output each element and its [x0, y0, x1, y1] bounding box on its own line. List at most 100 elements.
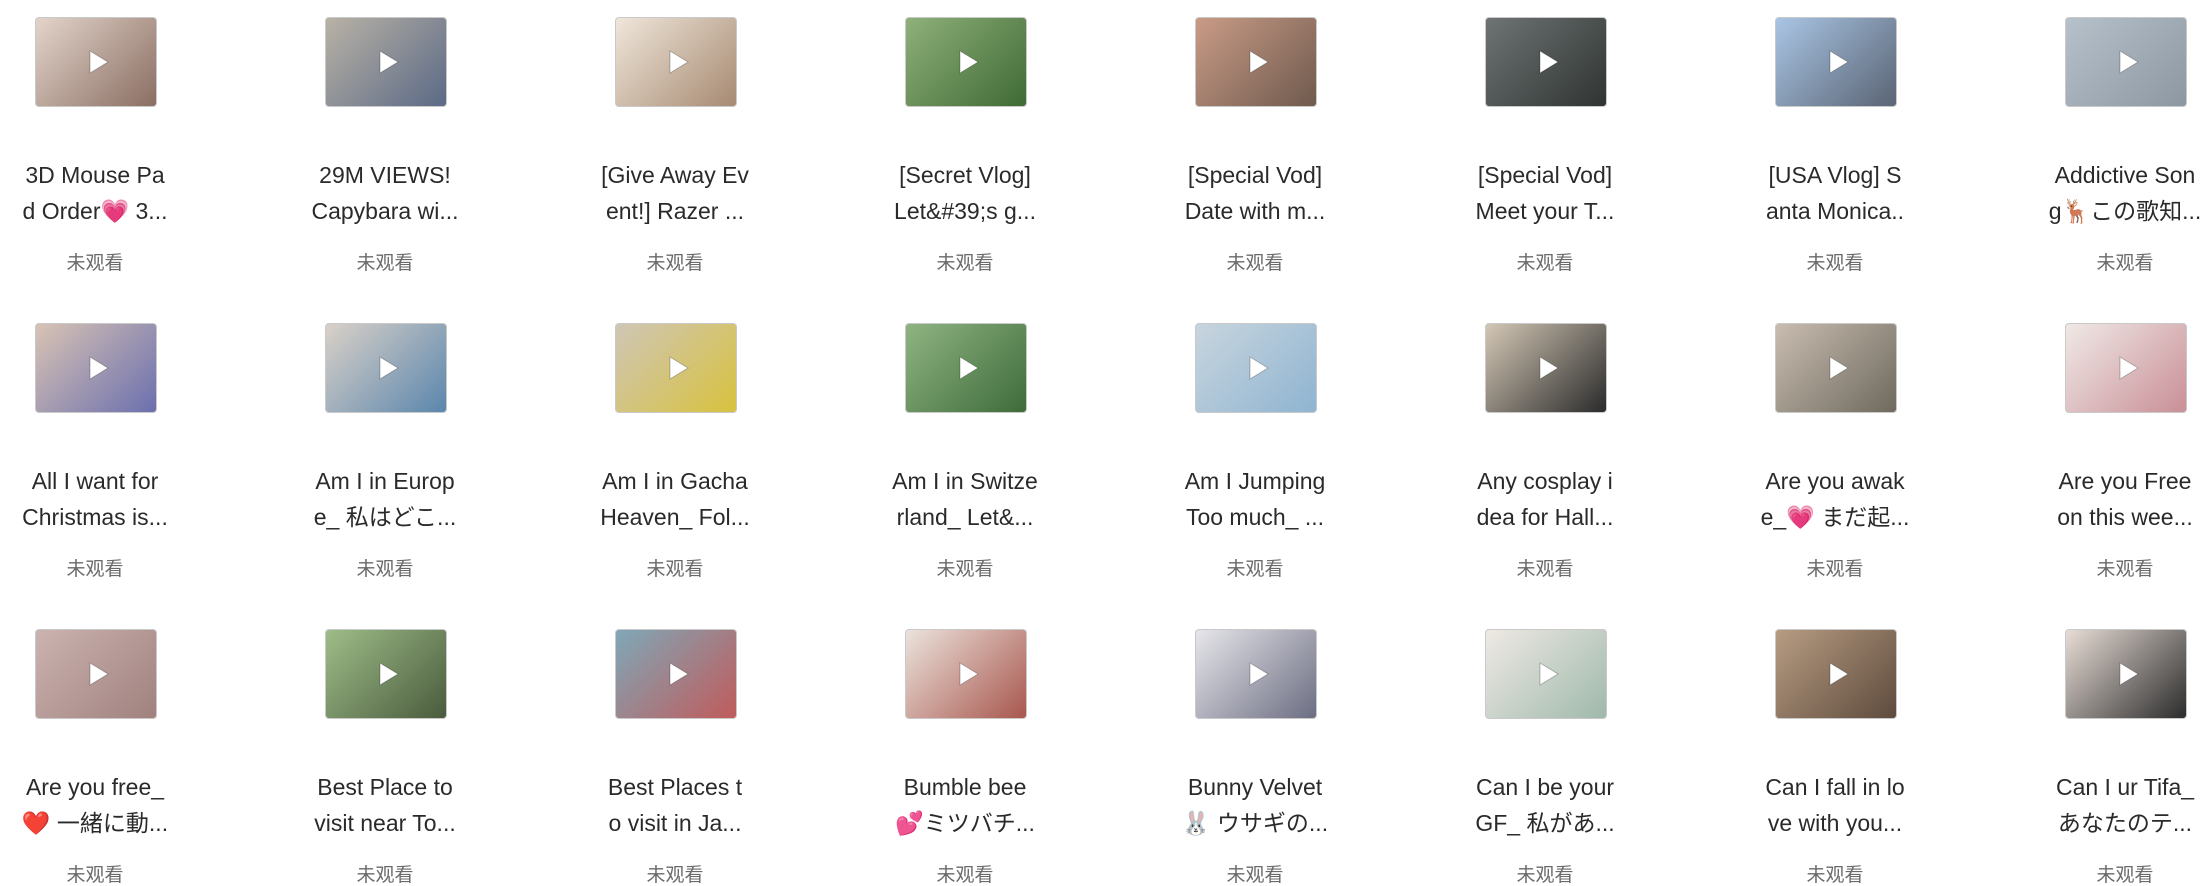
video-title[interactable]: Best Places t o visit in Ja... — [580, 769, 770, 841]
video-thumbnail[interactable] — [615, 323, 737, 413]
video-title-line-1: Can I ur Tifa_ — [2055, 774, 2195, 800]
video-thumbnail[interactable] — [2065, 629, 2187, 719]
play-icon[interactable] — [2114, 354, 2142, 382]
play-icon[interactable] — [84, 660, 112, 688]
video-thumbnail[interactable] — [905, 629, 1027, 719]
play-icon[interactable] — [954, 660, 982, 688]
video-title[interactable]: Am I in Switze rland_ Let&... — [870, 463, 1060, 535]
video-title-line-2: Heaven_ Fol... — [600, 504, 750, 530]
video-title-line-2: 💕ミツバチ... — [895, 810, 1035, 836]
video-title[interactable]: [Give Away Ev ent!] Razer ... — [580, 157, 770, 229]
play-icon[interactable] — [1824, 48, 1852, 76]
video-title[interactable]: Can I be your GF_ 私があ... — [1450, 769, 1640, 841]
video-title[interactable]: 29M VIEWS! Capybara wi... — [290, 157, 480, 229]
play-icon[interactable] — [1824, 354, 1852, 382]
video-thumbnail[interactable] — [35, 629, 157, 719]
video-title-line-1: Bumble bee — [903, 774, 1027, 800]
watch-status-label: 未观看 — [66, 865, 124, 886]
play-icon[interactable] — [664, 354, 692, 382]
play-icon[interactable] — [1244, 48, 1272, 76]
video-title[interactable]: Am I in Europ e_ 私はどこ... — [290, 463, 480, 535]
watch-status-label: 未观看 — [356, 253, 414, 274]
play-icon[interactable] — [2114, 660, 2142, 688]
video-thumbnail[interactable] — [905, 323, 1027, 413]
watch-status-label: 未观看 — [2096, 253, 2154, 274]
watch-status-label: 未观看 — [356, 559, 414, 580]
video-thumbnail[interactable] — [35, 323, 157, 413]
video-title-line-1: Am I in Switze — [892, 468, 1038, 494]
video-thumbnail[interactable] — [1775, 323, 1897, 413]
video-title-line-2: 🐰 ウサギの... — [1181, 810, 1329, 836]
watch-status-label: 未观看 — [1226, 865, 1284, 886]
play-icon[interactable] — [1824, 660, 1852, 688]
video-title[interactable]: [Special Vod] Date with m... — [1160, 157, 1350, 229]
video-thumbnail[interactable] — [325, 17, 447, 107]
video-title-line-1: Am I Jumping — [1184, 468, 1326, 494]
video-title[interactable]: Am I in Gacha Heaven_ Fol... — [580, 463, 770, 535]
video-thumbnail[interactable] — [2065, 17, 2187, 107]
video-title[interactable]: Bunny Velvet 🐰 ウサギの... — [1160, 769, 1350, 841]
video-title-line-1: Addictive Son — [2054, 162, 2196, 188]
video-thumbnail[interactable] — [1485, 17, 1607, 107]
play-icon[interactable] — [954, 354, 982, 382]
video-title-line-2: Date with m... — [1184, 198, 1326, 224]
video-title-line-2: rland_ Let&... — [896, 504, 1034, 530]
video-title[interactable]: Am I Jumping Too much_ ... — [1160, 463, 1350, 535]
video-title[interactable]: Are you free_ ❤️ 一緒に動... — [0, 769, 190, 841]
play-icon[interactable] — [374, 660, 402, 688]
play-icon[interactable] — [664, 660, 692, 688]
video-thumbnail[interactable] — [1485, 629, 1607, 719]
video-title[interactable]: Are you Free on this wee... — [2030, 463, 2202, 535]
watch-status-label: 未观看 — [66, 253, 124, 274]
video-thumbnail[interactable] — [325, 323, 447, 413]
video-thumbnail[interactable] — [1775, 17, 1897, 107]
play-icon[interactable] — [954, 48, 982, 76]
video-title-line-2: g🦌この歌知... — [2048, 198, 2202, 224]
play-icon[interactable] — [84, 48, 112, 76]
video-title-line-1: Any cosplay i — [1477, 468, 1613, 494]
play-icon[interactable] — [2114, 48, 2142, 76]
watch-status-label: 未观看 — [356, 865, 414, 886]
video-thumbnail[interactable] — [615, 629, 737, 719]
video-title[interactable]: [USA Vlog] S anta Monica.. — [1740, 157, 1930, 229]
video-thumbnail[interactable] — [35, 17, 157, 107]
video-title-line-2: ve with you... — [1767, 810, 1903, 836]
play-icon[interactable] — [1244, 354, 1272, 382]
watch-status-label: 未观看 — [936, 865, 994, 886]
video-title[interactable]: 3D Mouse Pa d Order💗 3... — [0, 157, 190, 229]
video-thumbnail[interactable] — [325, 629, 447, 719]
video-title[interactable]: Can I fall in lo ve with you... — [1740, 769, 1930, 841]
play-icon[interactable] — [664, 48, 692, 76]
video-title[interactable]: Bumble bee 💕ミツバチ... — [870, 769, 1060, 841]
video-thumbnail[interactable] — [905, 17, 1027, 107]
video-thumbnail[interactable] — [1485, 323, 1607, 413]
video-title-line-1: 29M VIEWS! — [319, 162, 451, 188]
play-icon[interactable] — [374, 354, 402, 382]
video-title-line-1: Can I be your — [1475, 774, 1615, 800]
video-title[interactable]: [Secret Vlog] Let&#39;s g... — [870, 157, 1060, 229]
play-icon[interactable] — [84, 354, 112, 382]
video-title[interactable]: Addictive Son g🦌この歌知... — [2030, 157, 2202, 229]
video-thumbnail[interactable] — [2065, 323, 2187, 413]
play-icon[interactable] — [1534, 354, 1562, 382]
video-title[interactable]: Are you awak e_💗 まだ起... — [1740, 463, 1930, 535]
video-title[interactable]: Can I ur Tifa_ あなたのテ... — [2030, 769, 2202, 841]
video-title-line-2: Meet your T... — [1475, 198, 1615, 224]
video-thumbnail[interactable] — [1195, 17, 1317, 107]
video-thumbnail[interactable] — [1195, 629, 1317, 719]
video-title[interactable]: Any cosplay i dea for Hall... — [1450, 463, 1640, 535]
video-title-line-2: anta Monica.. — [1765, 198, 1905, 224]
watch-status-label: 未观看 — [1516, 559, 1574, 580]
video-thumbnail[interactable] — [1195, 323, 1317, 413]
video-title[interactable]: Best Place to visit near To... — [290, 769, 480, 841]
video-title[interactable]: All I want for Christmas is... — [0, 463, 190, 535]
play-icon[interactable] — [1534, 48, 1562, 76]
watch-status-label: 未观看 — [646, 559, 704, 580]
video-title[interactable]: [Special Vod] Meet your T... — [1450, 157, 1640, 229]
video-thumbnail[interactable] — [615, 17, 737, 107]
play-icon[interactable] — [374, 48, 402, 76]
play-icon[interactable] — [1534, 660, 1562, 688]
video-thumbnail[interactable] — [1775, 629, 1897, 719]
video-title-line-2: Too much_ ... — [1185, 504, 1325, 530]
play-icon[interactable] — [1244, 660, 1272, 688]
